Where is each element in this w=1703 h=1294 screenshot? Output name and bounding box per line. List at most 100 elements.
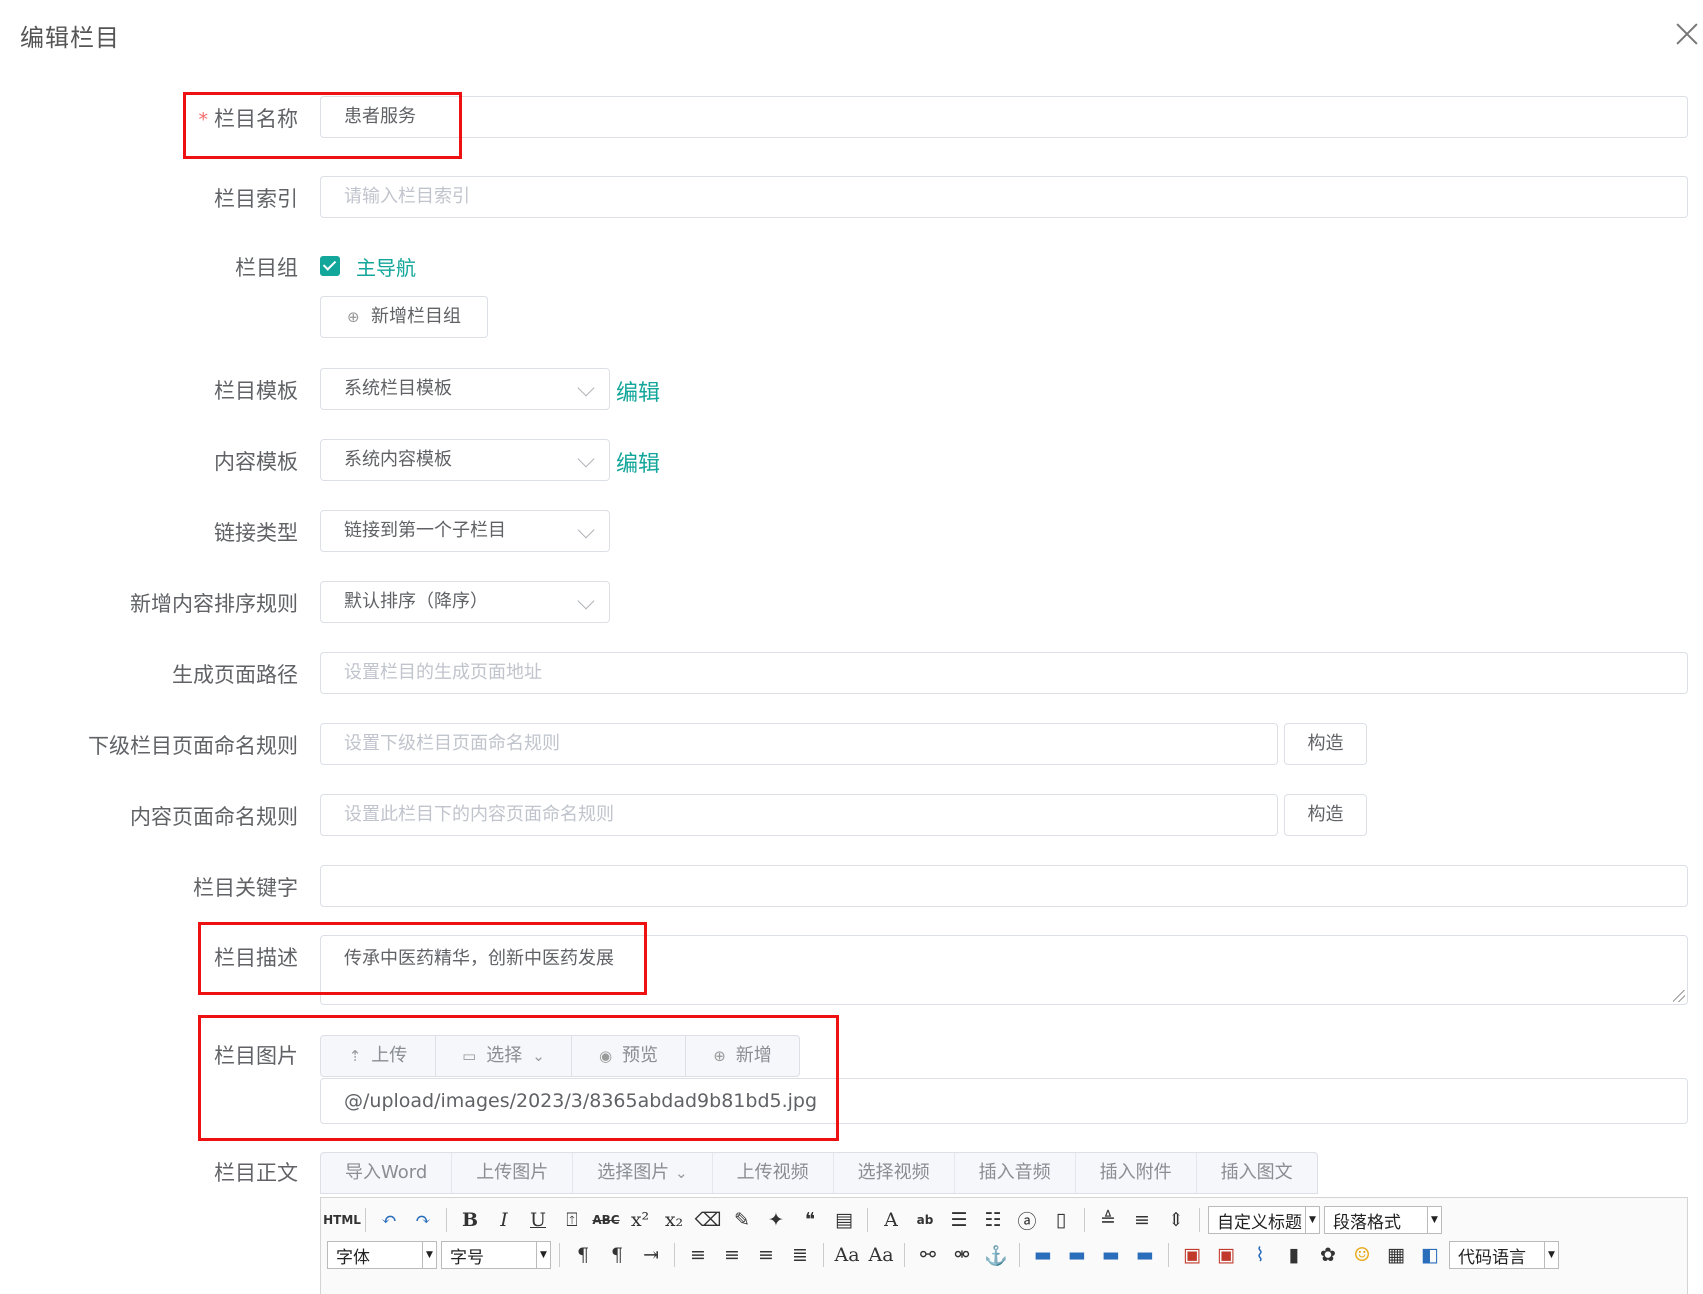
underline-icon[interactable]: U xyxy=(523,1205,553,1235)
code-language-value: 代码语言 xyxy=(1458,1247,1526,1268)
bold-icon[interactable]: B xyxy=(455,1205,485,1235)
main-nav-checkbox[interactable] xyxy=(320,256,340,276)
video-icon[interactable]: ▮ xyxy=(1279,1240,1309,1270)
tab-insert-audio[interactable]: 插入音频 xyxy=(955,1153,1076,1193)
code-language-select[interactable]: 代码语言 ▼ xyxy=(1449,1241,1559,1269)
tab-upload-image[interactable]: 上传图片 xyxy=(452,1153,574,1193)
content-naming-input[interactable]: 设置此栏目下的内容页面命名规则 xyxy=(320,794,1278,836)
edit-content-template-link[interactable]: 编辑 xyxy=(616,446,660,478)
column-index-input[interactable]: 请输入栏目索引 xyxy=(320,176,1688,218)
column-name-input[interactable]: 患者服务 xyxy=(320,96,1688,138)
select-image-button[interactable]: ▭ 选择 ⌄ xyxy=(436,1036,572,1076)
magic-wand-icon[interactable]: ✦ xyxy=(761,1205,791,1235)
align-left-icon[interactable]: ≡ xyxy=(683,1240,713,1270)
paragraph-format-select[interactable]: 段落格式 ▼ xyxy=(1324,1206,1442,1234)
font-size-select[interactable]: 字号 ▼ xyxy=(441,1241,551,1269)
indent-icon[interactable]: ⇥ xyxy=(636,1240,666,1270)
font-family-select[interactable]: 字体 ▼ xyxy=(327,1241,437,1269)
select-all-icon[interactable]: ⓐ xyxy=(1012,1205,1042,1235)
font-border-icon[interactable]: ⍐ xyxy=(557,1205,587,1235)
preview-image-button[interactable]: ◉ 预览 xyxy=(572,1036,686,1076)
align-center-icon[interactable]: ≡ xyxy=(717,1240,747,1270)
tab-select-video[interactable]: 选择视频 xyxy=(834,1153,955,1193)
scrawl-icon[interactable]: ✿ xyxy=(1313,1240,1343,1270)
keywords-input[interactable] xyxy=(320,865,1688,907)
image-right-icon[interactable]: ▬ xyxy=(1096,1240,1126,1270)
ltr-icon[interactable]: ¶ xyxy=(568,1240,598,1270)
page-path-input[interactable]: 设置栏目的生成页面地址 xyxy=(320,652,1688,694)
superscript-icon[interactable]: x² xyxy=(625,1205,655,1235)
image-center-icon[interactable]: ▬ xyxy=(1130,1240,1160,1270)
upload-label: 上传 xyxy=(371,1045,408,1066)
eraser-icon[interactable]: ⌫ xyxy=(693,1205,723,1235)
toolbar-separator xyxy=(867,1208,868,1232)
custom-title-select[interactable]: 自定义标题 ▼ xyxy=(1208,1206,1320,1234)
blockquote-icon[interactable]: ❝ xyxy=(795,1205,825,1235)
required-mark: * xyxy=(198,109,209,131)
emotion-icon[interactable]: ☺ xyxy=(1347,1240,1377,1270)
column-template-select[interactable]: 系统栏目模板 xyxy=(320,368,610,410)
lowercase-icon[interactable]: Aa xyxy=(866,1240,896,1270)
uppercase-icon[interactable]: Aa xyxy=(832,1240,862,1270)
row-spacing-bottom-icon[interactable]: ≡ xyxy=(1127,1205,1157,1235)
row-spacing-top-icon[interactable]: ≜ xyxy=(1093,1205,1123,1235)
insert-image-icon[interactable]: ▣ xyxy=(1177,1240,1207,1270)
editor-toolbar-row-2: 字体 ▼ 字号 ▼ ¶ ¶ ⇥ ≡ ≡ ≡ ≣ Aa Aa ⚯ ⚮ ⚓ ▬ ▬ ▬ xyxy=(327,1238,1559,1272)
paste-text-icon[interactable]: ▤ xyxy=(829,1205,859,1235)
field-name-label-text: 栏目名称 xyxy=(214,107,298,131)
tab-upload-video[interactable]: 上传视频 xyxy=(713,1153,834,1193)
content-template-select[interactable]: 系统内容模板 xyxy=(320,439,610,481)
format-brush-icon[interactable]: ✎ xyxy=(727,1205,757,1235)
child-naming-input[interactable]: 设置下级栏目页面命名规则 xyxy=(320,723,1278,765)
tab-insert-image-text[interactable]: 插入图文 xyxy=(1197,1153,1317,1193)
attachment-icon[interactable]: ⌇ xyxy=(1245,1240,1275,1270)
italic-icon[interactable]: I xyxy=(489,1205,519,1235)
font-size-value: 字号 xyxy=(450,1247,484,1268)
subscript-icon[interactable]: x₂ xyxy=(659,1205,689,1235)
upload-image-button[interactable]: ⇡ 上传 xyxy=(321,1036,436,1076)
child-naming-build-button[interactable]: 构造 xyxy=(1284,723,1367,765)
align-right-icon[interactable]: ≡ xyxy=(751,1240,781,1270)
tab-insert-attachment[interactable]: 插入附件 xyxy=(1076,1153,1197,1193)
rtl-icon[interactable]: ¶ xyxy=(602,1240,632,1270)
anchor-icon[interactable]: ⚓ xyxy=(981,1240,1011,1270)
multi-image-icon[interactable]: ▣ xyxy=(1211,1240,1241,1270)
insert-code-icon[interactable]: ◧ xyxy=(1415,1240,1445,1270)
redo-icon[interactable]: ↷ xyxy=(408,1205,438,1235)
edit-column-template-link[interactable]: 编辑 xyxy=(616,375,660,407)
strikethrough-icon[interactable]: ABC xyxy=(591,1205,621,1235)
unordered-list-icon[interactable]: ☷ xyxy=(978,1205,1008,1235)
image-left-icon[interactable]: ▬ xyxy=(1062,1240,1092,1270)
main-nav-checkbox-label[interactable]: 主导航 xyxy=(356,252,416,281)
clear-doc-icon[interactable]: ▯ xyxy=(1046,1205,1076,1235)
sort-rule-select[interactable]: 默认排序（降序） xyxy=(320,581,610,623)
upload-icon: ⇡ xyxy=(348,1047,362,1065)
html-source-icon[interactable]: HTML xyxy=(323,1205,361,1235)
font-color-icon[interactable]: A xyxy=(876,1205,906,1235)
add-column-group-button[interactable]: ⊕ 新增栏目组 xyxy=(320,296,488,338)
plus-circle-icon: ⊕ xyxy=(346,308,360,326)
eye-icon: ◉ xyxy=(598,1047,613,1065)
ordered-list-icon[interactable]: ☰ xyxy=(944,1205,974,1235)
line-height-icon[interactable]: ⇕ xyxy=(1161,1205,1191,1235)
add-image-button[interactable]: ⊕ 新增 xyxy=(686,1036,799,1076)
toolbar-separator xyxy=(559,1243,560,1267)
paragraph-format-value: 段落格式 xyxy=(1333,1212,1401,1233)
content-naming-build-button[interactable]: 构造 xyxy=(1284,794,1367,836)
tab-select-image[interactable]: 选择图片 ⌄ xyxy=(573,1153,713,1193)
link-type-select[interactable]: 链接到第一个子栏目 xyxy=(320,510,610,552)
undo-icon[interactable]: ↶ xyxy=(374,1205,404,1235)
resize-grip-icon[interactable] xyxy=(1673,990,1685,1002)
close-icon[interactable] xyxy=(1671,18,1703,50)
link-icon[interactable]: ⚯ xyxy=(913,1240,943,1270)
image-none-icon[interactable]: ▬ xyxy=(1028,1240,1058,1270)
unlink-icon[interactable]: ⚮ xyxy=(947,1240,977,1270)
tab-import-word[interactable]: 导入Word xyxy=(321,1153,453,1193)
image-path-input[interactable]: @/upload/images/2023/3/8365abdad9b81bd5.… xyxy=(320,1078,1688,1124)
background-color-icon[interactable]: ab xyxy=(910,1205,940,1235)
align-justify-icon[interactable]: ≣ xyxy=(785,1240,815,1270)
chevron-down-icon: ▼ xyxy=(1544,1242,1558,1268)
toolbar-separator xyxy=(904,1243,905,1267)
description-textarea[interactable]: 传承中医药精华，创新中医药发展 xyxy=(320,935,1688,1005)
map-icon[interactable]: ▦ xyxy=(1381,1240,1411,1270)
